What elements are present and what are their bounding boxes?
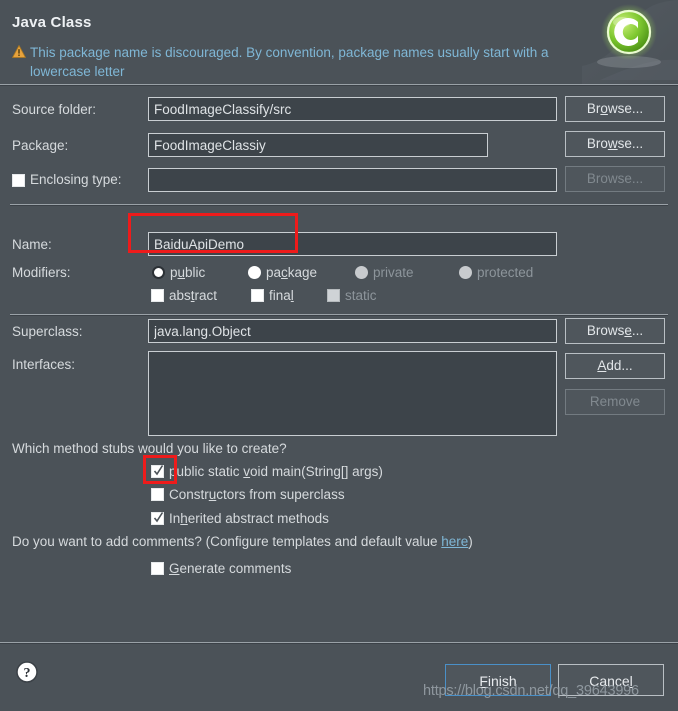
enclosing-type-label-text: Enclosing type: xyxy=(30,172,122,187)
modifier-label-protected: protected xyxy=(477,265,534,280)
enclosing-type-browse-button: Browse... xyxy=(565,166,665,192)
modifier-radio-package[interactable] xyxy=(248,266,261,279)
browse-label-pre: Br xyxy=(586,171,601,186)
stub-label-inherited-abstract: Inherited abstract methods xyxy=(169,511,329,526)
modifier-label-public: public xyxy=(170,265,205,280)
comments-question: Do you want to add comments? (Configure … xyxy=(12,534,473,549)
modifier-label-abstract: abstract xyxy=(169,288,217,303)
browse-label-pre: Bro xyxy=(586,136,608,151)
warning-text: This package name is discouraged. By con… xyxy=(30,45,549,79)
label-post: blic xyxy=(185,265,206,280)
package-browse-button[interactable]: Browse... xyxy=(565,131,665,157)
label-post: ctors from superclass xyxy=(216,487,345,502)
stub-label-constructors: Constructors from superclass xyxy=(169,487,345,502)
generate-comments-checkbox[interactable] xyxy=(151,562,164,575)
method-stubs-question: Which method stubs would you like to cre… xyxy=(12,441,287,456)
source-folder-browse-button[interactable]: Browse... xyxy=(565,96,665,122)
browse-label-post: se... xyxy=(617,136,644,151)
browse-label-pre: Brows xyxy=(586,323,625,338)
superclass-label: Superclass: xyxy=(12,324,83,339)
modifier-checkbox-static xyxy=(327,289,340,302)
name-input[interactable] xyxy=(148,232,557,256)
browse-mnemonic: e xyxy=(624,323,632,338)
package-input[interactable] xyxy=(148,133,488,157)
label-post: ract xyxy=(194,288,218,303)
browse-label-post: ... xyxy=(631,323,644,338)
modifier-checkbox-final[interactable] xyxy=(251,289,264,302)
check-mark-icon xyxy=(153,465,164,476)
browse-label-post: wse... xyxy=(607,101,644,116)
browse-label-pre: Br xyxy=(586,101,601,116)
name-label: Name: xyxy=(12,237,52,252)
superclass-input[interactable] xyxy=(148,319,557,343)
section-divider-2-shadow xyxy=(10,315,668,316)
section-divider-1-shadow xyxy=(10,205,668,206)
label-post: enerate comments xyxy=(179,561,292,576)
check-mark-icon xyxy=(153,512,164,523)
label-post: oid main(String[] args) xyxy=(250,464,383,479)
label-mnemonic: h xyxy=(180,511,188,526)
modifier-radio-private xyxy=(355,266,368,279)
stub-checkbox-constructors[interactable] xyxy=(151,488,164,501)
comments-question-post: ) xyxy=(468,534,473,549)
modifier-radio-public[interactable] xyxy=(152,266,165,279)
label-pre: In xyxy=(169,511,181,526)
label-pre: p xyxy=(170,265,178,280)
footer-divider-shadow xyxy=(0,643,678,644)
modifier-radio-protected xyxy=(459,266,472,279)
label-pre: pa xyxy=(266,265,282,280)
label-pre: public static xyxy=(169,464,244,479)
stub-label-main-method: public static void main(String[] args) xyxy=(169,464,383,479)
enclosing-type-label: Enclosing type: xyxy=(30,172,122,187)
java-class-green-c-icon xyxy=(582,0,678,86)
superclass-browse-button[interactable]: Browse... xyxy=(565,318,665,344)
browse-mnemonic: o xyxy=(600,101,608,116)
label-mnemonic: u xyxy=(177,265,186,280)
modifier-label-package: package xyxy=(266,265,317,280)
source-folder-label: Source folder: xyxy=(12,102,97,117)
interfaces-listbox[interactable] xyxy=(148,351,557,436)
enclosing-type-checkbox[interactable] xyxy=(12,174,25,187)
add-label-post: dd... xyxy=(606,358,633,373)
browse-mnemonic: w xyxy=(607,136,618,151)
help-question-icon[interactable]: ? xyxy=(16,661,38,683)
svg-text:?: ? xyxy=(24,666,31,681)
browse-label-post: wse... xyxy=(607,171,644,186)
modifier-checkbox-abstract[interactable] xyxy=(151,289,164,302)
label-mnemonic: G xyxy=(169,561,180,576)
modifiers-label: Modifiers: xyxy=(12,265,71,280)
label-pre: Constr xyxy=(169,487,209,502)
label-pre: abs xyxy=(169,288,191,303)
generate-comments-label: Generate comments xyxy=(169,561,291,576)
wizard-form: Source folder: Browse... Package: Browse… xyxy=(0,86,678,642)
modifier-label-private: private xyxy=(373,265,414,280)
warning-message: This package name is discouraged. By con… xyxy=(12,43,597,81)
add-mnemonic: A xyxy=(597,358,607,373)
package-label: Package: xyxy=(12,138,69,153)
stub-checkbox-main-method[interactable] xyxy=(151,465,164,478)
label-mnemonic: l xyxy=(290,288,294,303)
interfaces-remove-button: Remove xyxy=(565,389,665,415)
warning-triangle-icon xyxy=(12,45,26,58)
label-post: erited abstract methods xyxy=(187,511,329,526)
modifier-label-static: static xyxy=(345,288,377,303)
stub-checkbox-inherited-abstract[interactable] xyxy=(151,512,164,525)
watermark-text: https://blog.csdn.net/qq_39643996 xyxy=(423,683,639,699)
modifier-label-final: final xyxy=(269,288,294,303)
page-title: Java Class xyxy=(12,14,92,31)
source-folder-input[interactable] xyxy=(148,97,557,121)
wizard-header: Java Class This package name is discoura… xyxy=(0,0,678,86)
label-mnemonic: c xyxy=(281,265,288,280)
browse-mnemonic: o xyxy=(600,171,608,186)
label-post: kage xyxy=(287,265,318,280)
interfaces-label: Interfaces: xyxy=(12,357,76,372)
enclosing-type-input[interactable] xyxy=(148,168,557,192)
comments-question-pre: Do you want to add comments? (Configure … xyxy=(12,534,442,549)
label-pre: fina xyxy=(269,288,291,303)
configure-templates-link[interactable]: here xyxy=(441,534,468,549)
interfaces-add-button[interactable]: Add... xyxy=(565,353,665,379)
